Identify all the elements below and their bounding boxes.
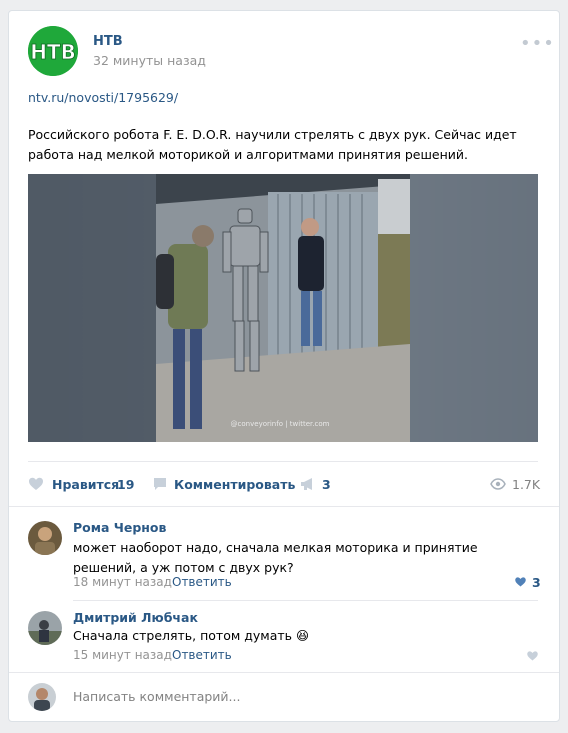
eye-icon xyxy=(490,478,506,490)
post-card: НТВ НТВ 32 минуты назад ••• ntv.ru/novos… xyxy=(8,10,560,722)
reply-button[interactable]: Ответить xyxy=(172,575,232,589)
comment-author[interactable]: Рома Чернов xyxy=(73,520,166,535)
comment-avatar[interactable] xyxy=(28,521,62,555)
comment-avatar[interactable] xyxy=(28,611,62,645)
ntv-logo-avatar[interactable]: НТВ xyxy=(28,26,78,76)
heart-icon[interactable] xyxy=(28,476,44,492)
more-options-icon[interactable]: ••• xyxy=(520,33,555,54)
current-user-avatar[interactable] xyxy=(28,683,56,711)
reply-button[interactable]: Ответить xyxy=(172,648,232,662)
comment-input[interactable]: Написать комментарий... xyxy=(73,689,240,704)
post-link[interactable]: ntv.ru/novosti/1795629/ xyxy=(28,90,178,105)
share-count[interactable]: 3 xyxy=(322,477,331,492)
post-author[interactable]: НТВ xyxy=(93,34,123,49)
views-count: 1.7K xyxy=(512,477,541,492)
megaphone-share-icon[interactable] xyxy=(300,476,317,492)
divider xyxy=(28,461,538,462)
comment-like-count[interactable]: 3 xyxy=(532,575,541,590)
post-time[interactable]: 32 минуты назад xyxy=(93,53,206,68)
comment-text-content: Сначала стрелять, потом думать xyxy=(73,628,293,643)
comment-button[interactable]: Комментировать xyxy=(174,477,295,492)
divider xyxy=(73,600,538,601)
comment-time[interactable]: 15 минут назад xyxy=(73,648,172,662)
comment-text: может наоборот надо, сначала мелкая мото… xyxy=(73,540,478,575)
comment-icon[interactable] xyxy=(152,476,168,492)
comment-author[interactable]: Дмитрий Любчак xyxy=(73,610,198,625)
divider xyxy=(9,506,559,507)
comment-time[interactable]: 18 минут назад xyxy=(73,575,172,589)
photo-watermark: @conveyorinfo | twitter.com xyxy=(231,420,330,428)
laughing-emoji: 😆 xyxy=(296,628,310,643)
comment-heart-icon[interactable] xyxy=(514,576,527,588)
comment-text: Сначала стрелять, потом думать 😆 xyxy=(73,626,309,646)
svg-text:НТВ: НТВ xyxy=(30,40,76,64)
divider xyxy=(9,672,559,673)
post-photo[interactable]: @conveyorinfo | twitter.com xyxy=(28,174,538,442)
post-text: Российского робота F. E. D.O.R. научили … xyxy=(28,127,517,162)
like-count[interactable]: 19 xyxy=(117,477,134,492)
comment-heart-icon[interactable] xyxy=(526,650,539,662)
like-button[interactable]: Нравится xyxy=(52,477,119,492)
